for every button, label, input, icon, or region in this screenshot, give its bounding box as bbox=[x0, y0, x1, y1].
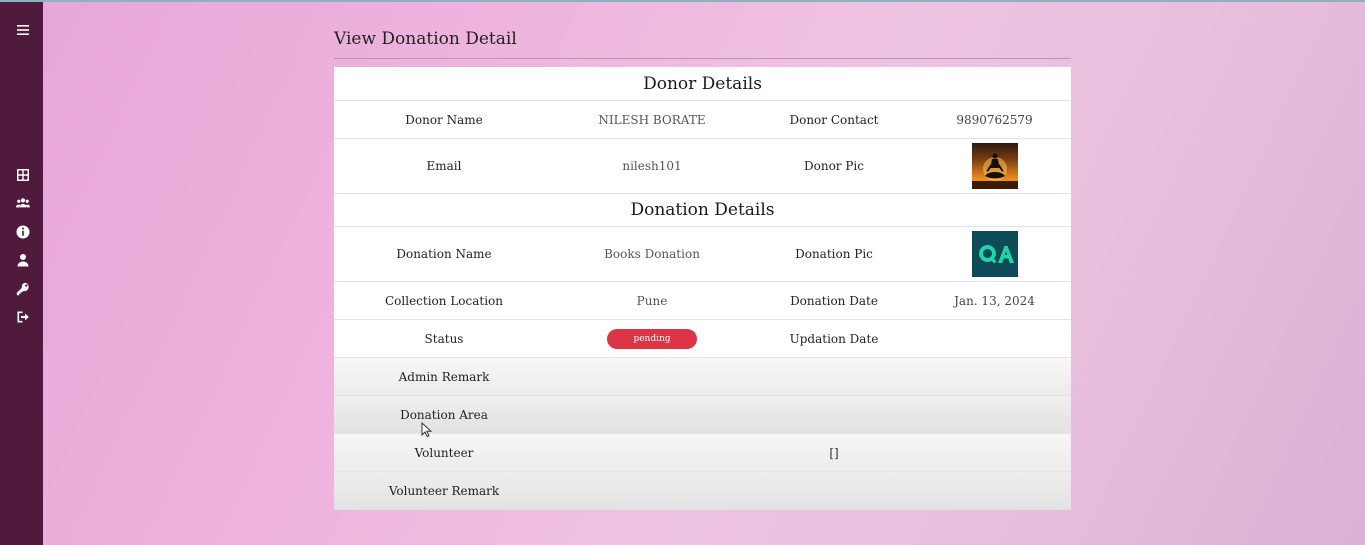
donation-detail-card: Donor Details Donor Name NILESH BORATE D… bbox=[334, 67, 1071, 510]
donation-date-value: Jan. 13, 2024 bbox=[954, 293, 1035, 308]
menu-icon[interactable] bbox=[14, 21, 32, 39]
table-row: Collection Location Pune Donation Date J… bbox=[334, 282, 1071, 320]
donor-pic-label: Donor Pic bbox=[804, 159, 864, 173]
key-icon[interactable] bbox=[14, 280, 32, 298]
collection-location-label: Collection Location bbox=[384, 293, 503, 308]
updation-date-label: Updation Date bbox=[789, 331, 879, 346]
donor-name-label: Donor Name bbox=[405, 112, 483, 127]
admin-remark-label: Admin Remark bbox=[398, 369, 490, 384]
section-heading-donation: Donation Details bbox=[334, 194, 1071, 227]
donation-pic-image[interactable] bbox=[971, 231, 1018, 277]
mouse-cursor-icon bbox=[421, 422, 433, 438]
status-label: Status bbox=[424, 331, 464, 346]
table-row: Volunteer [] bbox=[334, 434, 1071, 472]
donation-area-value bbox=[554, 396, 750, 433]
volunteer-remark-label: Volunteer Remark bbox=[388, 484, 500, 498]
donation-date-label: Donation Date bbox=[790, 293, 878, 308]
donor-section-title: Donor Details bbox=[643, 73, 762, 94]
info-icon[interactable] bbox=[14, 223, 32, 241]
top-border bbox=[0, 0, 1365, 2]
volunteer-value: [] bbox=[829, 445, 839, 460]
donation-section-title: Donation Details bbox=[630, 200, 775, 220]
updation-date-value bbox=[918, 320, 1071, 357]
dashboard-icon[interactable] bbox=[14, 166, 32, 184]
user-icon[interactable] bbox=[14, 251, 32, 269]
donor-name-value: NILESH BORATE bbox=[598, 112, 706, 127]
donor-contact-label: Donor Contact bbox=[789, 112, 879, 127]
donor-contact-value: 9890762579 bbox=[956, 112, 1033, 127]
users-icon[interactable] bbox=[14, 194, 32, 212]
admin-remark-value bbox=[554, 358, 750, 395]
status-badge: pending bbox=[607, 328, 697, 349]
qa-logo-icon bbox=[978, 245, 1014, 264]
volunteer-remark-value bbox=[554, 472, 750, 510]
collection-location-value: Pune bbox=[636, 293, 668, 308]
table-row: Donation Area bbox=[334, 396, 1071, 434]
logout-icon[interactable] bbox=[14, 308, 32, 326]
table-row: Status pending Updation Date bbox=[334, 320, 1071, 358]
title-divider bbox=[334, 58, 1071, 59]
donor-pic-image[interactable] bbox=[971, 143, 1018, 189]
donation-area-label: Donation Area bbox=[400, 407, 488, 422]
status-cell: pending bbox=[554, 320, 750, 357]
table-row: Donor Name NILESH BORATE Donor Contact 9… bbox=[334, 101, 1071, 139]
section-heading-donor: Donor Details bbox=[334, 67, 1071, 101]
donation-pic-label: Donation Pic bbox=[795, 247, 873, 261]
table-row: Email nilesh101 Donor Pic bbox=[334, 139, 1071, 194]
table-row: Admin Remark bbox=[334, 358, 1071, 396]
email-label: Email bbox=[426, 159, 462, 173]
donation-pic-cell bbox=[918, 227, 1071, 281]
email-value: nilesh101 bbox=[622, 159, 682, 173]
volunteer-label: Volunteer bbox=[414, 445, 474, 460]
page-title: View Donation Detail bbox=[334, 29, 517, 49]
donation-name-label: Donation Name bbox=[396, 247, 492, 261]
sidebar bbox=[0, 2, 43, 545]
donor-pic-cell bbox=[918, 139, 1071, 193]
donation-name-value: Books Donation bbox=[604, 247, 700, 261]
table-row: Donation Name Books Donation Donation Pi… bbox=[334, 227, 1071, 282]
table-row: Volunteer Remark bbox=[334, 472, 1071, 510]
